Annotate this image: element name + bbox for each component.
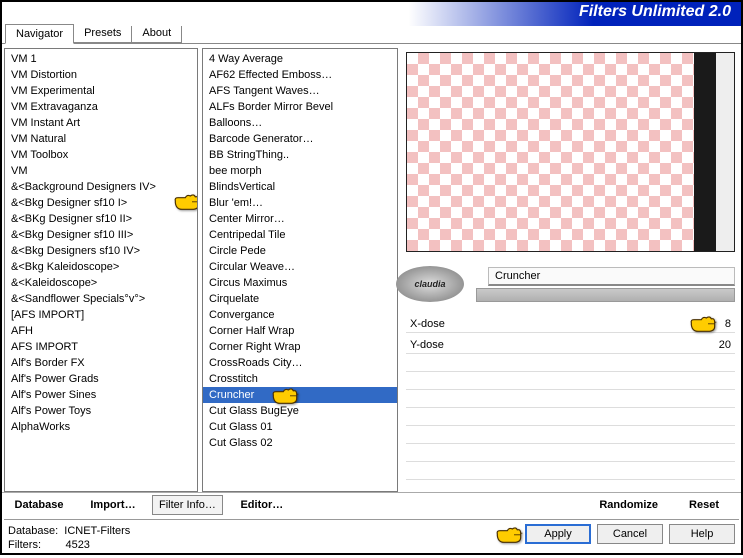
preview-dark-column bbox=[694, 53, 716, 251]
pointer-hand-icon bbox=[271, 385, 299, 405]
list-item[interactable]: Balloons… bbox=[203, 115, 397, 131]
list-item[interactable]: Barcode Generator… bbox=[203, 131, 397, 147]
list-item[interactable]: VM bbox=[5, 163, 197, 179]
list-item[interactable]: AFH bbox=[5, 323, 197, 339]
list-item[interactable]: 4 Way Average bbox=[203, 51, 397, 67]
list-item[interactable]: VM Instant Art bbox=[5, 115, 197, 131]
pointer-hand-icon bbox=[495, 524, 523, 544]
tab-presets[interactable]: Presets bbox=[73, 23, 132, 43]
author-badge-text: claudia bbox=[414, 279, 445, 289]
param-row[interactable]: X-dose 8 bbox=[406, 316, 735, 333]
progress-bar bbox=[476, 288, 735, 302]
list-item[interactable]: BB StringThing.. bbox=[203, 147, 397, 163]
list-item[interactable]: &<Sandflower Specials°v°> bbox=[5, 291, 197, 307]
help-button[interactable]: Help bbox=[669, 524, 735, 544]
list-item[interactable]: VM Toolbox bbox=[5, 147, 197, 163]
param-row-empty bbox=[406, 466, 735, 480]
status-bar: Database: ICNET-Filters Filters: 4523 bbox=[8, 524, 130, 552]
list-item[interactable]: BlindsVertical bbox=[203, 179, 397, 195]
list-item[interactable]: AF62 Effected Emboss… bbox=[203, 67, 397, 83]
list-item[interactable]: Cut Glass 02 bbox=[203, 435, 397, 451]
param-row[interactable]: Y-dose 20 bbox=[406, 337, 735, 354]
list-item[interactable]: Circus Maximus bbox=[203, 275, 397, 291]
list-item[interactable]: Cirquelate bbox=[203, 291, 397, 307]
tab-about[interactable]: About bbox=[131, 23, 182, 43]
param-row-empty bbox=[406, 412, 735, 426]
list-item[interactable]: VM Natural bbox=[5, 131, 197, 147]
status-db-label: Database: bbox=[8, 525, 58, 537]
tab-navigator[interactable]: Navigator bbox=[5, 24, 74, 44]
list-item[interactable]: CrossRoads City… bbox=[203, 355, 397, 371]
param-label: Y-dose bbox=[410, 339, 460, 351]
list-item[interactable]: Circle Pede bbox=[203, 243, 397, 259]
list-item[interactable]: Cruncher bbox=[203, 387, 397, 403]
app-title: Filters Unlimited 2.0 bbox=[579, 3, 731, 21]
list-item[interactable]: [AFS IMPORT] bbox=[5, 307, 197, 323]
list-item[interactable]: Alf's Power Toys bbox=[5, 403, 197, 419]
list-item[interactable]: Circular Weave… bbox=[203, 259, 397, 275]
list-item[interactable]: &<Bkg Designers sf10 IV> bbox=[5, 243, 197, 259]
list-item[interactable]: &<Bkg Designer sf10 I> bbox=[5, 195, 197, 211]
param-row-empty bbox=[406, 430, 735, 444]
list-item[interactable]: Cut Glass BugEye bbox=[203, 403, 397, 419]
filter-list[interactable]: 4 Way AverageAF62 Effected Emboss…AFS Ta… bbox=[202, 48, 398, 492]
randomize-button[interactable]: Randomize bbox=[592, 495, 665, 515]
reset-button[interactable]: Reset bbox=[669, 495, 739, 515]
list-item[interactable]: Cut Glass 01 bbox=[203, 419, 397, 435]
database-button[interactable]: Database bbox=[4, 495, 74, 515]
param-row-empty bbox=[406, 448, 735, 462]
filter-info-button[interactable]: Filter Info… bbox=[152, 495, 223, 515]
list-item[interactable]: Corner Right Wrap bbox=[203, 339, 397, 355]
author-badge-icon: claudia bbox=[396, 266, 464, 302]
list-item[interactable]: Crosstitch bbox=[203, 371, 397, 387]
list-item[interactable]: AFS IMPORT bbox=[5, 339, 197, 355]
list-item[interactable]: AlphaWorks bbox=[5, 419, 197, 435]
import-button[interactable]: Import… bbox=[78, 495, 148, 515]
list-item[interactable]: ALFs Border Mirror Bevel bbox=[203, 99, 397, 115]
list-item[interactable]: bee morph bbox=[203, 163, 397, 179]
param-row-empty bbox=[406, 376, 735, 390]
list-item[interactable]: &<BKg Designer sf10 II> bbox=[5, 211, 197, 227]
list-item[interactable]: &<Bkg Designer sf10 III> bbox=[5, 227, 197, 243]
param-row-empty bbox=[406, 358, 735, 372]
list-item[interactable]: AFS Tangent Waves… bbox=[203, 83, 397, 99]
preview-area bbox=[406, 52, 735, 252]
cancel-button[interactable]: Cancel bbox=[597, 524, 663, 544]
list-item[interactable]: Center Mirror… bbox=[203, 211, 397, 227]
category-list[interactable]: VM 1VM DistortionVM ExperimentalVM Extra… bbox=[4, 48, 198, 492]
list-item[interactable]: &<Bkg Kaleidoscope> bbox=[5, 259, 197, 275]
list-item[interactable]: VM 1 bbox=[5, 51, 197, 67]
list-item[interactable]: &<Background Designers IV> bbox=[5, 179, 197, 195]
param-row-empty bbox=[406, 394, 735, 408]
editor-button[interactable]: Editor… bbox=[227, 495, 297, 515]
list-item[interactable]: Alf's Power Sines bbox=[5, 387, 197, 403]
param-value: 8 bbox=[707, 318, 731, 330]
list-item[interactable]: VM Experimental bbox=[5, 83, 197, 99]
apply-button[interactable]: Apply bbox=[525, 524, 591, 544]
preview-white-column bbox=[716, 53, 734, 251]
list-item[interactable]: Alf's Border FX bbox=[5, 355, 197, 371]
list-item[interactable]: &<Kaleidoscope> bbox=[5, 275, 197, 291]
status-filters-value: 4523 bbox=[65, 539, 89, 551]
list-item[interactable]: VM Extravaganza bbox=[5, 99, 197, 115]
list-item[interactable]: Centripedal Tile bbox=[203, 227, 397, 243]
list-item[interactable]: Corner Half Wrap bbox=[203, 323, 397, 339]
title-bar: Filters Unlimited 2.0 bbox=[2, 2, 741, 26]
status-db-value: ICNET-Filters bbox=[64, 525, 130, 537]
parameter-panel: X-dose 8 Y-dose 20 bbox=[406, 316, 735, 480]
status-filters-label: Filters: bbox=[8, 539, 41, 551]
current-filter-name: Cruncher bbox=[488, 267, 735, 286]
list-item[interactable]: VM Distortion bbox=[5, 67, 197, 83]
list-item[interactable]: Blur 'em!… bbox=[203, 195, 397, 211]
param-value: 20 bbox=[707, 339, 731, 351]
list-item[interactable]: Alf's Power Grads bbox=[5, 371, 197, 387]
toolbar: Database Import… Filter Info… Editor… Ra… bbox=[2, 492, 741, 519]
list-item[interactable]: Convergance bbox=[203, 307, 397, 323]
param-label: X-dose bbox=[410, 318, 460, 330]
